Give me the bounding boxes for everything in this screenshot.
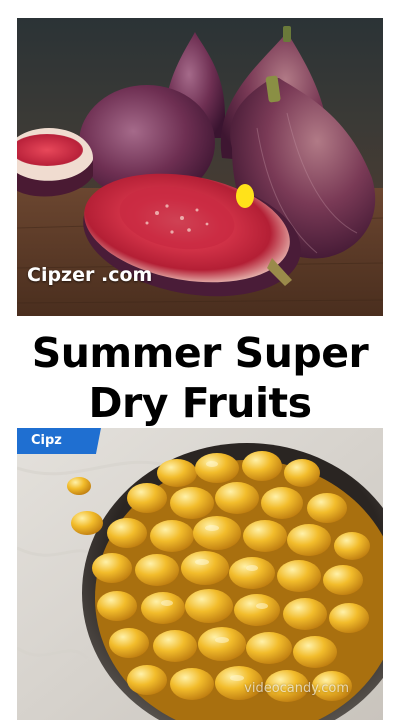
- headline: Summer Super Dry Fruits: [0, 328, 400, 428]
- watermark-cipzer: Cipzer .com: [27, 264, 153, 286]
- cipz-badge: Cipz: [17, 428, 101, 454]
- watermark-videocandy: videocandy.com: [244, 681, 349, 696]
- fig-photo: Cipzer .com: [17, 18, 383, 316]
- headline-line-1: Summer Super: [31, 329, 369, 377]
- badge-dot: [20, 450, 23, 453]
- yellow-dot-marker: [236, 184, 254, 208]
- raisin-illustration: [17, 428, 383, 720]
- headline-line-2: Dry Fruits: [88, 379, 312, 427]
- raisin-photo: videocandy.com: [17, 428, 383, 720]
